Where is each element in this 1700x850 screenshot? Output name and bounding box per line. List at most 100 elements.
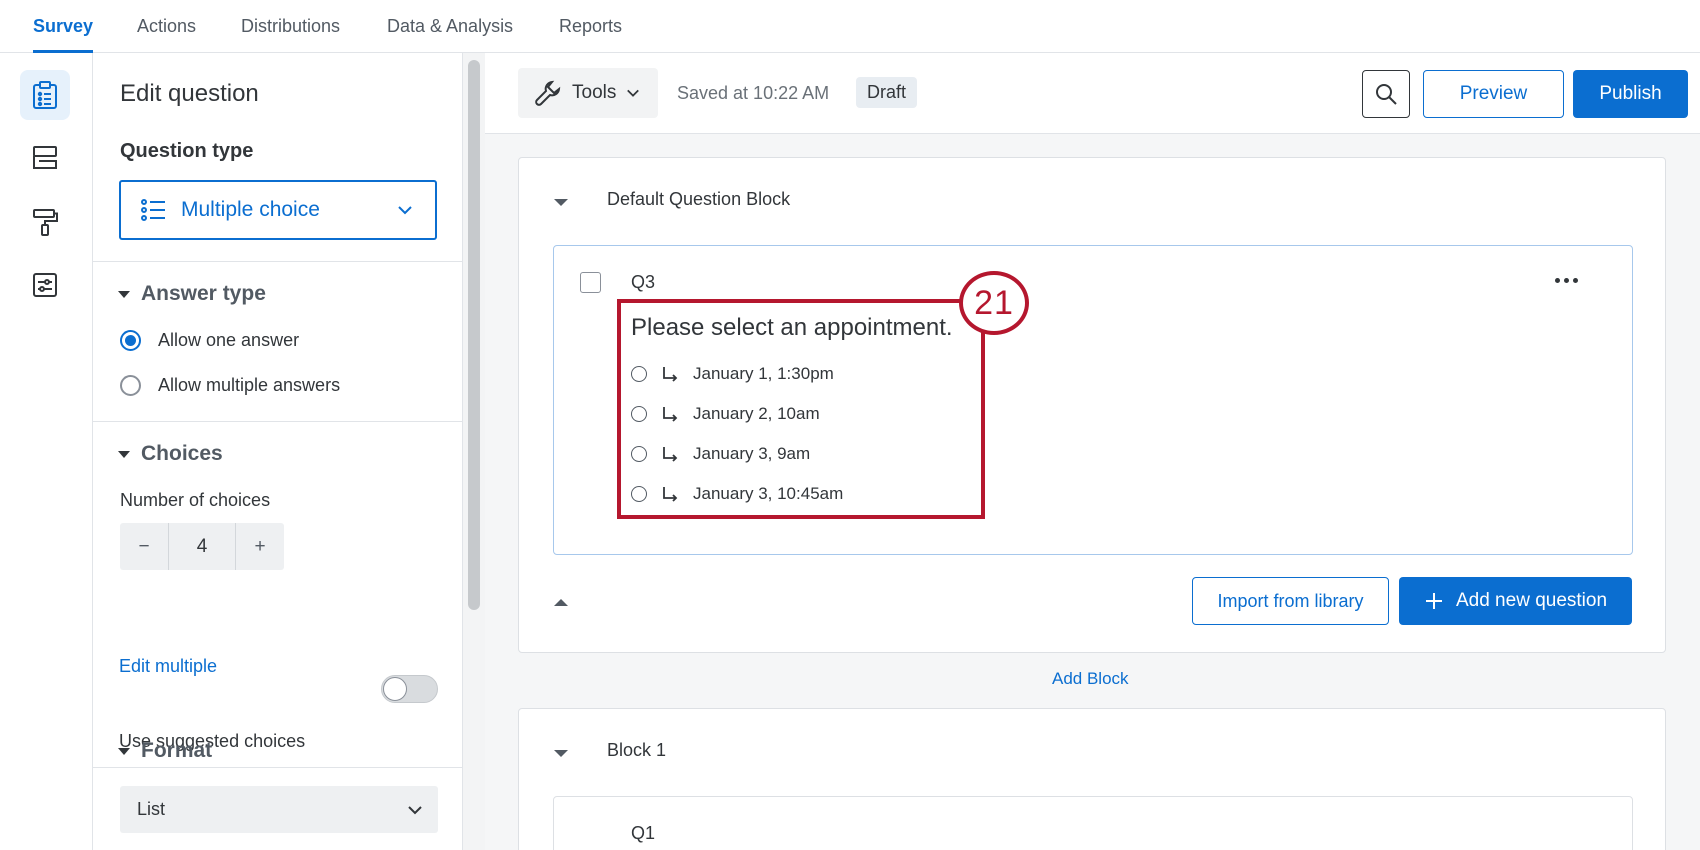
edit-question-panel: Edit question Question type Multiple cho… <box>93 53 463 850</box>
collapse-triangle-icon <box>118 290 130 298</box>
divider <box>93 767 463 768</box>
choice-item[interactable]: January 1, 1:30pm <box>631 364 834 384</box>
more-options-icon[interactable] <box>1555 278 1578 283</box>
chevron-down-icon <box>627 89 640 97</box>
choice-label: January 3, 9am <box>693 444 811 463</box>
toggle-knob <box>383 677 407 701</box>
import-from-library-button[interactable]: Import from library <box>1192 577 1389 625</box>
rail-survey-flow-button[interactable] <box>20 133 70 183</box>
branch-icon <box>663 487 678 502</box>
collapse-triangle-icon <box>118 450 130 458</box>
question-text[interactable]: Please select an appointment. <box>631 314 953 342</box>
question-card[interactable]: Q3 Please select an appointment. January… <box>553 245 1633 555</box>
survey-editor: Tools Saved at 10:22 AM Draft Preview Pu… <box>485 53 1700 850</box>
annotation-step-badge: 21 <box>959 271 1029 335</box>
choice-label: January 2, 10am <box>693 404 820 423</box>
wrench-icon <box>535 80 561 106</box>
number-of-choices-label: Number of choices <box>120 490 271 510</box>
survey-flow-icon <box>33 146 57 169</box>
format-select[interactable]: List <box>120 786 438 833</box>
plus-icon <box>1425 593 1442 609</box>
tab-distributions[interactable]: Distributions <box>241 16 340 53</box>
choice-radio <box>631 406 647 422</box>
answer-type-toggle[interactable]: Answer type <box>118 282 266 306</box>
block-title: Default Question Block <box>607 189 791 209</box>
answer-type-heading: Answer type <box>141 282 266 305</box>
block-title: Block 1 <box>607 740 667 760</box>
top-nav: Survey Actions Distributions Data & Anal… <box>0 0 1700 53</box>
choices-count-input[interactable]: 4 <box>168 523 236 570</box>
choice-item[interactable]: January 3, 10:45am <box>631 484 843 504</box>
tools-button[interactable]: Tools <box>518 68 658 118</box>
question-number: Q3 <box>631 272 656 292</box>
question-card[interactable]: Q1 <box>553 796 1633 850</box>
choices-heading: Choices <box>141 442 223 465</box>
edit-multiple-link[interactable]: Edit multiple <box>119 656 217 677</box>
search-button[interactable] <box>1362 70 1410 118</box>
add-block-link[interactable]: Add Block <box>1052 669 1129 689</box>
branch-icon <box>663 447 678 462</box>
icon-rail <box>0 53 93 850</box>
publish-button[interactable]: Publish <box>1573 70 1688 118</box>
decrement-button[interactable]: − <box>120 523 168 570</box>
tab-data-analysis[interactable]: Data & Analysis <box>387 16 513 53</box>
choices-stepper: − 4 + <box>120 523 284 570</box>
choice-label: January 1, 1:30pm <box>693 364 834 383</box>
question-checkbox[interactable] <box>580 272 601 293</box>
saved-status: Saved at 10:22 AM <box>677 83 830 103</box>
tab-actions[interactable]: Actions <box>137 16 196 53</box>
choice-radio <box>631 446 647 462</box>
block-1: Block 1 Q1 <box>518 708 1666 850</box>
tab-survey[interactable]: Survey <box>33 16 94 53</box>
scrollbar-thumb[interactable] <box>468 60 480 610</box>
rail-look-and-feel-button[interactable] <box>20 197 70 247</box>
radio-button[interactable] <box>120 330 141 351</box>
question-type-value: Multiple choice <box>181 198 320 221</box>
survey-icon <box>33 81 57 109</box>
format-value: List <box>137 799 166 819</box>
panel-title: Edit question <box>120 80 259 107</box>
question-type-select[interactable]: Multiple choice <box>119 180 437 240</box>
collapse-block-icon[interactable] <box>554 199 568 206</box>
answer-option-label: Allow one answer <box>158 330 300 350</box>
rail-survey-options-button[interactable] <box>20 260 70 310</box>
choice-item[interactable]: January 2, 10am <box>631 404 820 424</box>
search-icon <box>1376 84 1397 105</box>
divider <box>93 261 463 262</box>
survey-options-icon <box>33 273 57 297</box>
question-type-label: Question type <box>120 140 254 162</box>
answer-option-multiple[interactable]: Allow multiple answers <box>120 375 340 396</box>
chevron-down-icon <box>408 806 422 815</box>
tab-reports[interactable]: Reports <box>559 16 622 53</box>
look-and-feel-icon <box>33 209 58 236</box>
choice-radio <box>631 366 647 382</box>
rail-survey-button[interactable] <box>20 70 70 120</box>
tools-label: Tools <box>572 82 617 103</box>
list-icon <box>141 199 165 221</box>
draft-badge: Draft <box>856 77 918 108</box>
chevron-down-icon <box>398 206 412 215</box>
suggested-choices-toggle[interactable] <box>381 675 438 703</box>
answer-option-one[interactable]: Allow one answer <box>120 330 299 351</box>
radio-button[interactable] <box>120 375 141 396</box>
divider <box>93 421 463 422</box>
expand-block-icon[interactable] <box>554 599 568 606</box>
format-toggle[interactable]: Format <box>118 739 212 763</box>
preview-button[interactable]: Preview <box>1423 70 1564 118</box>
format-heading: Format <box>141 739 213 762</box>
answer-option-label: Allow multiple answers <box>158 375 341 395</box>
add-new-question-label: Add new question <box>1455 590 1608 611</box>
choice-item[interactable]: January 3, 9am <box>631 444 810 464</box>
add-new-question-button[interactable]: Add new question <box>1399 577 1632 625</box>
choices-toggle[interactable]: Choices <box>118 442 223 466</box>
default-question-block: Default Question Block Q3 Please select … <box>518 157 1666 653</box>
increment-button[interactable]: + <box>236 523 284 570</box>
branch-icon <box>663 407 678 422</box>
question-number: Q1 <box>631 823 656 843</box>
editor-toolbar: Tools Saved at 10:22 AM Draft Preview Pu… <box>485 53 1700 134</box>
choice-label: January 3, 10:45am <box>693 484 844 503</box>
collapse-block-icon[interactable] <box>554 750 568 757</box>
collapse-triangle-icon <box>118 747 130 755</box>
branch-icon <box>663 367 678 382</box>
choice-radio <box>631 486 647 502</box>
